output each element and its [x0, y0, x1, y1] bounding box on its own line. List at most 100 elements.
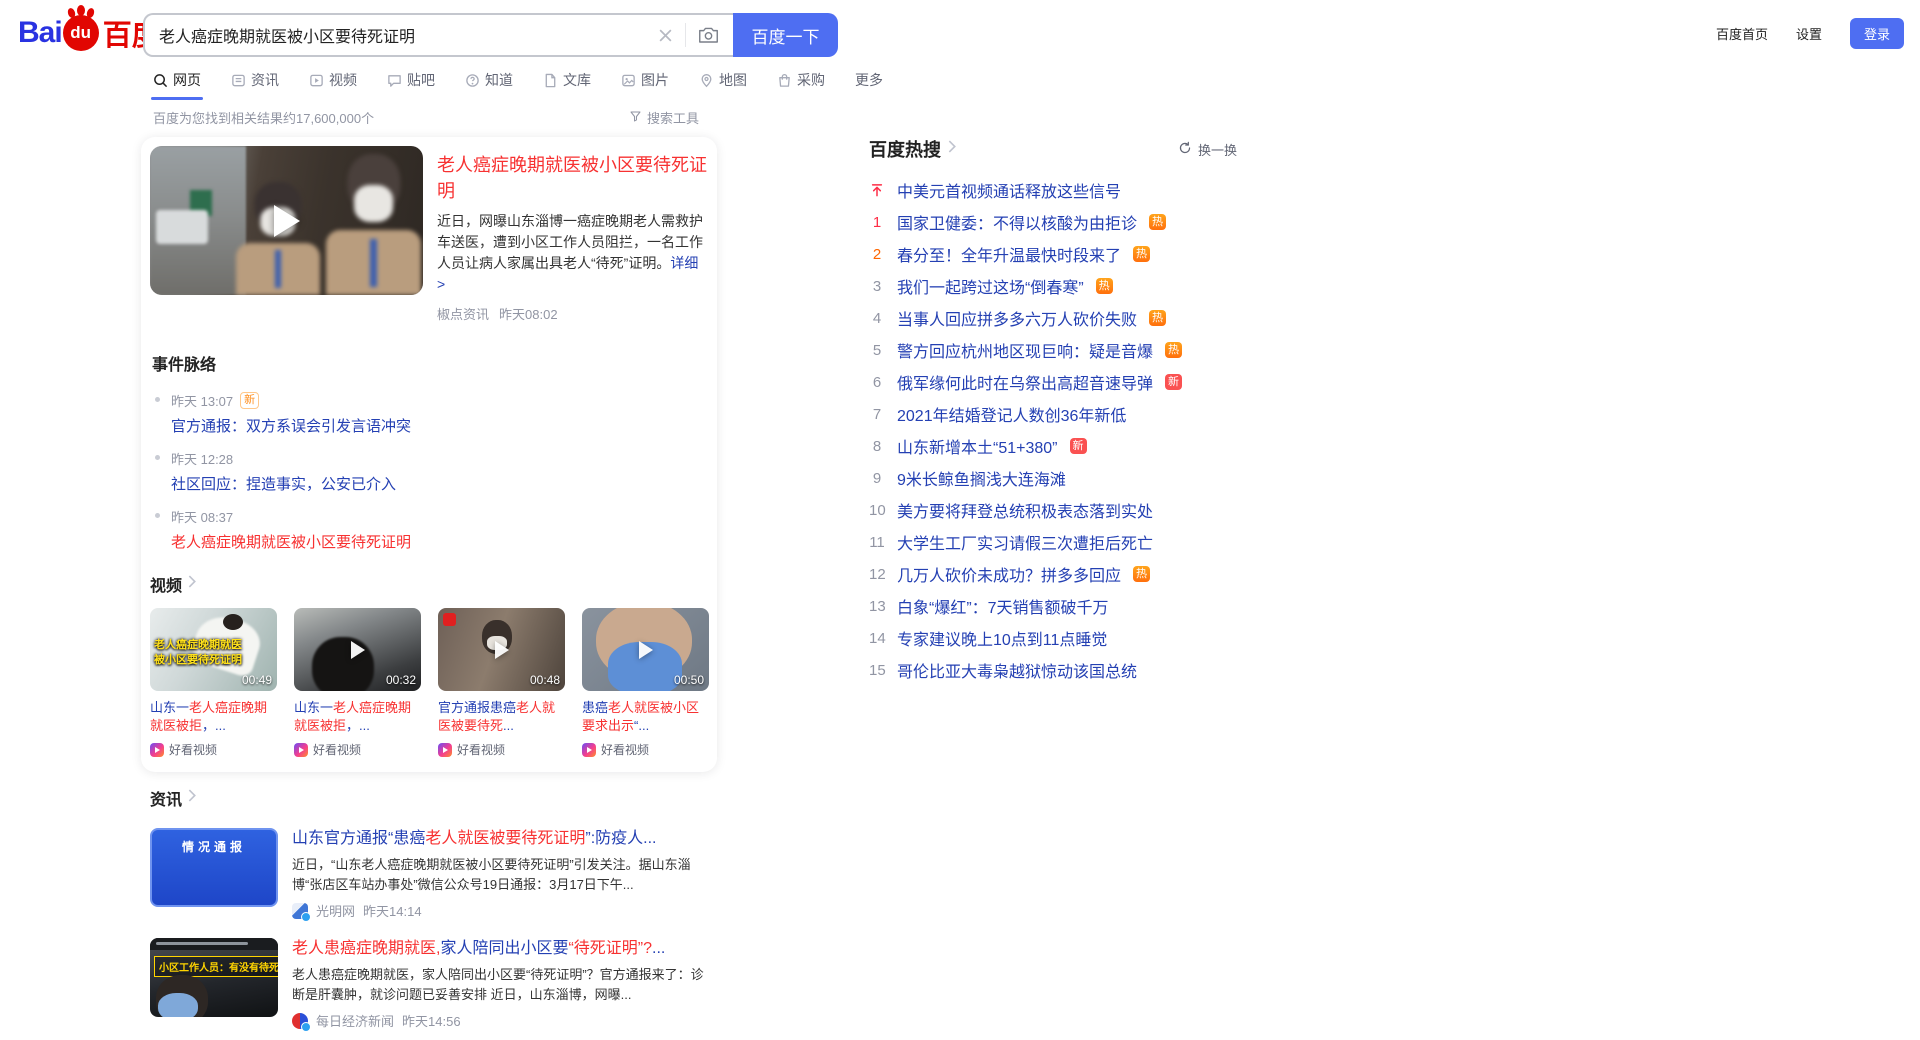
news-title[interactable]: 老人患癌症晚期就医,家人陪同出小区要“待死证明”?...: [292, 938, 708, 959]
tab-image[interactable]: 图片: [619, 66, 671, 102]
main-video-thumbnail[interactable]: [150, 146, 423, 295]
hot-search-item[interactable]: 14 专家建议晚上10点到11点睡觉: [869, 622, 1269, 654]
main-result-title[interactable]: 老人癌症晚期就医被小区要待死证明: [437, 152, 708, 204]
video-duration: 00:49: [242, 673, 272, 687]
video-thumbnail[interactable]: 老人癌症晚期就医被小区要待死证明 00:49: [150, 608, 277, 691]
hot-search-item[interactable]: 4 当事人回应拼多多六万人砍价失败 热: [869, 302, 1269, 334]
hot-search-item[interactable]: 1 国家卫健委：不得以核酸为由拒诊 热: [869, 206, 1269, 238]
video-card[interactable]: 00:32 山东一老人癌症晚期就医被拒，... 好看视频: [294, 608, 421, 758]
refresh-button[interactable]: 换一换: [1178, 140, 1237, 159]
search-bar: 百度一下: [143, 13, 838, 57]
search-box[interactable]: [143, 13, 733, 57]
hot-search-item[interactable]: 2 春分至！全年升温最快时段来了 热: [869, 238, 1269, 270]
map-pin-icon: [699, 73, 714, 88]
chevron-right-icon[interactable]: [187, 575, 196, 593]
logo-bai-text: Bai: [18, 16, 62, 50]
hot-search-item[interactable]: 8 山东新增本土“51+380” 新: [869, 430, 1269, 462]
tab-more[interactable]: 更多: [853, 66, 885, 102]
hot-search-item[interactable]: 7 2021年结婚登记人数创36年新低: [869, 398, 1269, 430]
main-result-card: 老人癌症晚期就医被小区要待死证明 近日，网曝山东淄博一癌症晚期老人需救护车送医，…: [141, 137, 717, 772]
tab-map[interactable]: 地图: [697, 66, 749, 102]
news-item: 情况通报 山东官方通报“患癌老人就医被要待死证明”:防疫人... 近日，“山东老…: [150, 828, 708, 920]
timeline-link[interactable]: 老人癌症晚期就医被小区要待死证明: [171, 531, 411, 552]
login-button[interactable]: 登录: [1850, 18, 1904, 49]
news-section: 资讯 情况通报 山东官方通报“患癌老人就医被要待死证明”:防疫人... 近日，“…: [141, 786, 717, 1040]
video-title[interactable]: 山东一老人癌症晚期就医被拒，...: [294, 699, 421, 735]
event-timeline: 事件脉络 昨天 13:07新 官方通报：双方系误会引发言语冲突 昨天 12:28…: [152, 351, 708, 552]
source-time: 昨天08:02: [499, 304, 558, 323]
tab-video[interactable]: 视频: [307, 66, 359, 102]
hot-search-header[interactable]: 百度热搜: [869, 136, 956, 162]
source-name: 椒点资讯: [437, 304, 489, 323]
tab-wenku[interactable]: 文库: [541, 66, 593, 102]
hot-search-item[interactable]: 15 哥伦比亚大毒枭越狱惊动该国总统: [869, 654, 1269, 686]
news-title[interactable]: 山东官方通报“患癌老人就医被要待死证明”:防疫人...: [292, 828, 708, 849]
news-thumbnail[interactable]: 小区工作人员：有没有待死证明: [150, 938, 278, 1017]
video-thumbnail[interactable]: 00:50: [582, 608, 709, 691]
hot-search-item[interactable]: 10 美方要将拜登总统积极表态落到实处: [869, 494, 1269, 526]
hot-search-list: 中美元首视频通话释放这些信号 1 国家卫健委：不得以核酸为由拒诊 热 2 春分至…: [869, 174, 1269, 686]
video-title[interactable]: 山东一老人癌症晚期就医被拒，...: [150, 699, 277, 735]
video-card[interactable]: 老人癌症晚期就医被小区要待死证明 00:49 山东一老人癌症晚期就医被拒，...…: [150, 608, 277, 758]
refresh-icon: [1178, 141, 1192, 158]
settings-link[interactable]: 设置: [1796, 24, 1822, 43]
news-description: 老人患癌症晚期就医，家人陪同出小区要“待死证明”？官方通报来了：诊断是肝囊肿，就…: [292, 965, 708, 1005]
timeline-link[interactable]: 社区回应：捏造事实，公安已介入: [171, 473, 396, 494]
top-links: 百度首页 设置 登录: [1716, 18, 1904, 49]
video-duration: 00:50: [674, 673, 704, 687]
main-result: 老人癌症晚期就医被小区要待死证明 近日，网曝山东淄博一癌症晚期老人需救护车送医，…: [150, 146, 708, 323]
main-result-text: 老人癌症晚期就医被小区要待死证明 近日，网曝山东淄博一癌症晚期老人需救护车送医，…: [437, 146, 708, 323]
video-thumbnail[interactable]: 00:32: [294, 608, 421, 691]
video-duration: 00:48: [530, 673, 560, 687]
news-thumbnail[interactable]: 情况通报: [150, 828, 278, 907]
videos-section-header: 视频: [150, 572, 708, 596]
hot-search-item[interactable]: 中美元首视频通话释放这些信号: [869, 174, 1269, 206]
tab-webpage[interactable]: 网页: [151, 66, 203, 102]
hot-search-item[interactable]: 13 白象“爆红”：7天销售额破千万: [869, 590, 1269, 622]
hot-search-item[interactable]: 9 9米长鲸鱼搁浅大连海滩: [869, 462, 1269, 494]
video-card[interactable]: 00:50 患癌老人就医被小区要求出示“... 好看视频: [582, 608, 709, 758]
tab-news[interactable]: 资讯: [229, 66, 281, 102]
news-section-header: 资讯: [150, 786, 708, 810]
logo-du-text: du: [70, 23, 91, 43]
news-section-title: 资讯: [150, 786, 182, 810]
document-icon: [543, 73, 558, 88]
search-tools[interactable]: 搜索工具: [629, 108, 699, 127]
hot-search-item[interactable]: 11 大学生工厂实习请假三次遭拒后死亡: [869, 526, 1269, 558]
baidu-logo[interactable]: Bai du 百度: [18, 12, 161, 54]
timeline-item: 昨天 08:37 老人癌症晚期就医被小区要待死证明: [152, 507, 708, 552]
results-column: 老人癌症晚期就医被小区要待死证明 近日，网曝山东淄博一癌症晚期老人需救护车送医，…: [141, 137, 717, 1040]
haokan-video-icon: [582, 743, 596, 757]
video-title[interactable]: 官方通报患癌老人就医被要待死...: [438, 699, 565, 735]
chevron-right-icon[interactable]: [187, 789, 196, 807]
video-row: 老人癌症晚期就医被小区要待死证明 00:49 山东一老人癌症晚期就医被拒，...…: [150, 608, 708, 758]
tab-zhidao[interactable]: 知道: [463, 66, 515, 102]
funnel-icon: [629, 110, 642, 126]
results-count: 百度为您找到相关结果约17,600,000个: [153, 108, 374, 127]
baidu-home-link[interactable]: 百度首页: [1716, 24, 1768, 43]
hot-search-item[interactable]: 6 俄军缘何此时在乌祭出高超音速导弹 新: [869, 366, 1269, 398]
search-input[interactable]: [159, 26, 658, 44]
timeline-item: 昨天 13:07新 官方通报：双方系误会引发言语冲突: [152, 391, 708, 436]
clear-search-icon[interactable]: [658, 28, 673, 43]
video-thumbnail[interactable]: 00:48: [438, 608, 565, 691]
video-card[interactable]: 00:48 官方通报患癌老人就医被要待死... 好看视频: [438, 608, 565, 758]
hot-search-item[interactable]: 5 警方回应杭州地区现巨响：疑是音爆 热: [869, 334, 1269, 366]
search-button[interactable]: 百度一下: [733, 13, 838, 57]
haokan-video-icon: [438, 743, 452, 757]
top-arrow-icon: [869, 183, 885, 197]
hot-search-title: 百度热搜: [869, 136, 941, 162]
video-duration: 00:32: [386, 673, 416, 687]
camera-icon[interactable]: [698, 26, 719, 44]
baidu-search-results-page: Bai du 百度 百度一下 百度首页 设置 登录 网页: [0, 0, 1920, 1040]
hot-search-item[interactable]: 12 几万人砍价未成功？拼多多回应 热: [869, 558, 1269, 590]
video-title[interactable]: 患癌老人就医被小区要求出示“...: [582, 699, 709, 735]
tab-caigou[interactable]: 采购: [775, 66, 827, 102]
search-icon: [153, 73, 168, 88]
tab-tieba[interactable]: 贴吧: [385, 66, 437, 102]
news-description: 近日，“山东老人癌症晚期就医被小区要待死证明”引发关注。据山东淄博“张店区车站办…: [292, 855, 708, 895]
timeline-link[interactable]: 官方通报：双方系误会引发言语冲突: [171, 415, 411, 436]
news-source: 每日经济新闻 昨天14:56: [292, 1011, 708, 1030]
hot-search-item[interactable]: 3 我们一起跨过这场“倒春寒” 热: [869, 270, 1269, 302]
results-meta-row: 百度为您找到相关结果约17,600,000个 搜索工具: [153, 108, 699, 127]
